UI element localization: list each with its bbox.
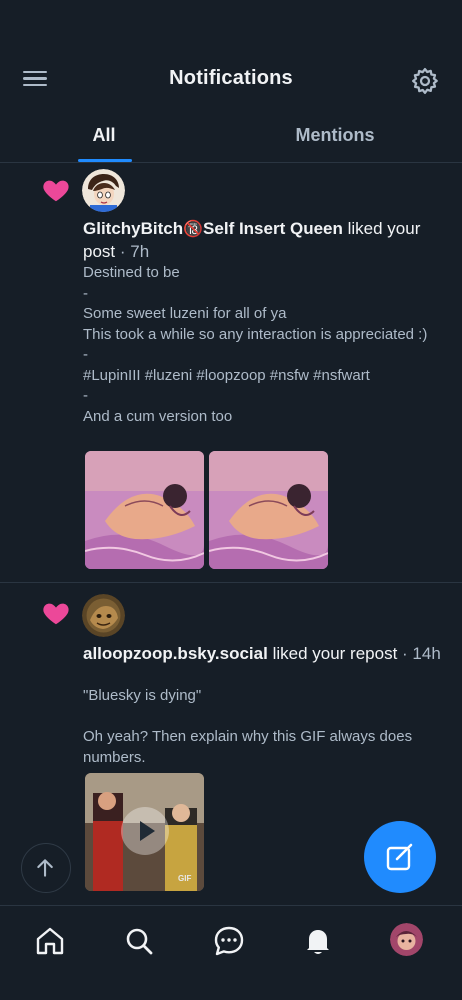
- post-gif[interactable]: GIF: [85, 773, 204, 891]
- avatar[interactable]: [82, 594, 125, 637]
- search-icon[interactable]: [122, 924, 156, 958]
- notification-time: · 14h: [397, 644, 441, 663]
- avatar[interactable]: [82, 169, 125, 212]
- actor-name[interactable]: alloopzoop.bsky.social: [83, 644, 268, 663]
- notification-item[interactable]: GlitchyBitch🔞Self Insert Queen liked you…: [0, 163, 462, 582]
- gif-badge: GIF: [178, 874, 192, 883]
- play-button[interactable]: [121, 807, 169, 855]
- post-preview-text[interactable]: "Bluesky is dying" Oh yeah? Then explain…: [83, 686, 453, 768]
- notification-text: alloopzoop.bsky.social liked your repost…: [83, 643, 453, 665]
- home-icon[interactable]: [33, 924, 67, 958]
- heart-icon: [43, 603, 69, 625]
- notification-action: liked your repost: [267, 644, 398, 663]
- post-image-1[interactable]: [85, 451, 204, 569]
- tab-all[interactable]: All: [0, 125, 208, 146]
- chat-icon[interactable]: [212, 924, 246, 958]
- heart-icon: [43, 180, 69, 202]
- top-bar: Notifications: [0, 0, 462, 112]
- actor-name[interactable]: GlitchyBitch: [83, 219, 183, 238]
- notification-tabs: All Mentions: [0, 112, 462, 163]
- profile-avatar[interactable]: [390, 923, 423, 956]
- play-icon: [140, 821, 155, 841]
- post-image-2[interactable]: [209, 451, 328, 569]
- arrow-up-icon: [37, 859, 53, 877]
- bell-icon[interactable]: [301, 924, 335, 958]
- page-title: Notifications: [169, 67, 293, 89]
- compose-button[interactable]: [364, 821, 436, 893]
- notification-text: GlitchyBitch🔞Self Insert Queen liked you…: [83, 218, 453, 263]
- scroll-to-top-button[interactable]: [21, 843, 71, 893]
- bottom-navigation: [0, 905, 462, 1000]
- actor-name-suffix[interactable]: Self Insert Queen: [203, 219, 343, 238]
- age-badge: 🔞: [183, 221, 204, 238]
- tab-mentions[interactable]: Mentions: [208, 125, 462, 146]
- notification-time: · 7h: [115, 242, 150, 261]
- gear-icon[interactable]: [410, 66, 440, 96]
- compose-icon: [386, 843, 413, 871]
- active-tab-indicator: [78, 159, 132, 162]
- post-preview-text[interactable]: Destined to be - Some sweet luzeni for a…: [83, 263, 453, 427]
